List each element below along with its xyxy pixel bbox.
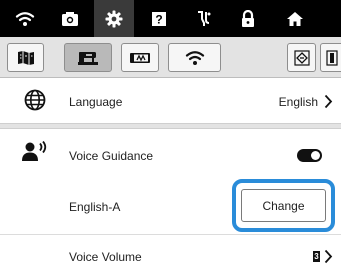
- language-label: Language: [69, 95, 123, 109]
- svg-text:?: ?: [155, 12, 162, 26]
- chevron-right-icon: [324, 94, 333, 114]
- language-row[interactable]: Language English: [0, 79, 341, 123]
- lock-icon[interactable]: [228, 0, 268, 37]
- tab-pattern-icon[interactable]: [287, 43, 316, 72]
- tab-embroidery-frame-icon[interactable]: [121, 43, 159, 72]
- toggle-knob: [311, 151, 320, 160]
- tab-sewing-machine-icon[interactable]: [64, 43, 112, 72]
- voice-guidance-toggle[interactable]: [297, 149, 322, 162]
- voice-volume-value: 3: [313, 251, 320, 262]
- voice-guidance-label: Voice Guidance: [69, 149, 154, 163]
- settings-gear-icon[interactable]: [94, 0, 134, 37]
- voice-volume-label: Voice Volume: [69, 250, 142, 264]
- voice-guidance-row: Voice Guidance: [0, 129, 341, 179]
- globe-icon: [24, 89, 46, 116]
- tab-wireless-icon[interactable]: [168, 43, 221, 72]
- camera-icon[interactable]: [50, 0, 90, 37]
- change-button-highlight: Change: [232, 179, 335, 232]
- tab-pattern-book-icon[interactable]: [7, 43, 44, 72]
- tab-page-icon[interactable]: [320, 43, 341, 72]
- wifi-icon[interactable]: [5, 0, 45, 37]
- home-icon[interactable]: [275, 0, 315, 37]
- help-icon[interactable]: ?: [139, 0, 179, 37]
- change-voice-button[interactable]: Change: [241, 189, 326, 222]
- sewing-pin-icon[interactable]: [184, 0, 224, 37]
- voice-volume-row[interactable]: Voice Volume: [0, 235, 341, 279]
- status-bar: ?: [0, 0, 341, 37]
- chevron-right-icon: [324, 249, 333, 269]
- language-value: English: [278, 95, 318, 109]
- voice-type-label: English-A: [69, 200, 121, 214]
- category-tab-strip: [0, 37, 341, 78]
- voice-speaker-icon: [22, 140, 48, 168]
